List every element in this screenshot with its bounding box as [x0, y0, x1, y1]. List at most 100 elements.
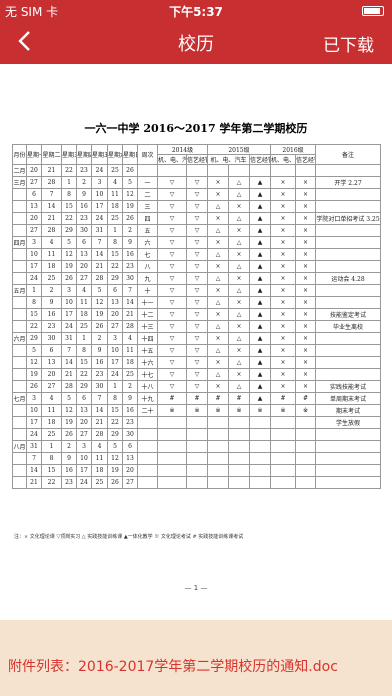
table-cell: 22 [76, 368, 92, 381]
table-cell: 10 [26, 248, 42, 261]
table-cell: × [270, 272, 297, 285]
table-cell: 27 [122, 476, 138, 489]
table-cell: 28 [91, 272, 108, 285]
table-cell: 7 [122, 284, 138, 297]
table-cell [12, 260, 27, 273]
table-row: 二月 20 21 22 23 24 25 26 [12, 164, 382, 177]
table-cell: 10 [26, 404, 42, 417]
table-cell: 24 [91, 164, 108, 177]
table-cell: ▽ [186, 212, 208, 225]
table-cell: △ [228, 356, 250, 369]
table-cell: ▽ [186, 224, 208, 237]
table-cell: 8 [107, 236, 123, 249]
table-cell: 6 [26, 188, 42, 201]
table-cell: 21 [91, 416, 108, 429]
table-cell: × [270, 236, 297, 249]
status-bar: 无 SIM 卡 下午5:37 [0, 0, 392, 20]
table-cell: 1 [76, 332, 92, 345]
attachment-link[interactable]: 附件列表：2016-2017学年第二学期校历的通知.doc [8, 656, 338, 676]
table-row: 19 20 21 22 23 24 25 十七 ▽ ▽ △ × ▲ × × [12, 368, 382, 381]
table-cell: 十七 [137, 368, 158, 381]
table-cell: ▲ [248, 356, 272, 369]
table-cell: 8 [61, 188, 77, 201]
table-cell: ▽ [157, 332, 187, 345]
table-cell: ▲ [248, 368, 272, 381]
table-cell: ※ [186, 404, 208, 417]
table-cell: 27 [76, 428, 92, 441]
table-cell: ▲ [248, 176, 272, 189]
table-cell: × [295, 212, 317, 225]
downloaded-button[interactable]: 已下载 [323, 31, 374, 56]
table-row: 三月 27 28 1 2 3 4 5 一 ▽ ▽ × △ ▲ × × 开学 2.27 [12, 176, 382, 189]
table-cell: × [207, 284, 229, 297]
table-cell: 21 [91, 260, 108, 273]
table-cell: 4 [107, 176, 123, 189]
table-cell: 三月 [12, 176, 27, 189]
table-cell: × [270, 332, 297, 345]
table-cell: 29 [76, 380, 92, 393]
table-cell: 10 [76, 452, 92, 465]
table-cell: 6 [107, 284, 123, 297]
table-cell: 26 [107, 476, 123, 489]
table-cell: × [270, 284, 297, 297]
table-cell: × [270, 320, 297, 333]
table-cell: 19 [61, 416, 77, 429]
table-cell: ▽ [157, 224, 187, 237]
table-cell: 13 [26, 200, 42, 213]
table-cell: ▽ [157, 272, 187, 285]
document-viewer[interactable]: 一六一中学 2016～2017 学年第二学期校历 月份 星期一 星期二 星期三 … [0, 64, 392, 620]
table-cell [157, 464, 187, 477]
table-cell: 25 [91, 476, 108, 489]
table-cell: ▽ [186, 236, 208, 249]
table-cell: 12 [61, 404, 77, 417]
table-cell: 3 [61, 284, 77, 297]
table-cell: ▽ [157, 212, 187, 225]
table-cell: 31 [91, 224, 108, 237]
table-cell: 6 [41, 344, 62, 357]
attachment-bar[interactable]: 附件列表：2016-2017学年第二学期校历的通知.doc [0, 620, 392, 696]
table-cell: 十一 [137, 296, 158, 309]
calendar-table: 月份 星期一 星期二 星期三 星期四 星期五 星期六 星期日 周次 2014级 … [12, 144, 382, 489]
table-cell: × [295, 332, 317, 345]
table-cell: ▽ [157, 236, 187, 249]
table-cell: ▽ [186, 344, 208, 357]
table-cell: 30 [122, 428, 138, 441]
table-cell [270, 416, 297, 429]
table-cell [248, 464, 272, 477]
table-row: 五月 1 2 3 4 5 6 7 十 ▽ ▽ × △ ▲ × × [12, 284, 382, 297]
nav-bar: 校历 已下载 [0, 20, 392, 64]
table-cell: 20 [26, 212, 42, 225]
table-cell: × [207, 332, 229, 345]
table-cell: △ [228, 332, 250, 345]
table-cell: 19 [107, 464, 123, 477]
table-cell: 二十 [137, 404, 158, 417]
table-cell: △ [228, 284, 250, 297]
table-cell: ▽ [186, 176, 208, 189]
table-cell: 15 [41, 464, 62, 477]
table-cell: 26 [122, 212, 138, 225]
table-cell: 2 [41, 284, 62, 297]
table-cell [295, 476, 317, 489]
table-cell: 4 [76, 284, 92, 297]
table-cell: ※ [295, 404, 317, 417]
table-cell: 16 [61, 464, 77, 477]
table-cell: 26 [91, 320, 108, 333]
table-cell: 24 [26, 428, 42, 441]
table-cell: × [270, 344, 297, 357]
table-cell: 29 [107, 428, 123, 441]
table-cell: 27 [26, 176, 42, 189]
table-cell [12, 452, 27, 465]
table-cell: 运动会 4.28 [315, 272, 382, 285]
table-cell: × [270, 368, 297, 381]
table-cell [207, 440, 229, 453]
table-cell: ▽ [157, 308, 187, 321]
header-cell: 星期四 [76, 144, 92, 165]
table-cell: × [207, 380, 229, 393]
table-cell: 十五 [137, 344, 158, 357]
table-cell [157, 476, 187, 489]
subheader-cell: 信艺经管 [186, 154, 208, 165]
table-cell [270, 164, 297, 177]
table-cell: 24 [107, 368, 123, 381]
table-cell: △ [207, 200, 229, 213]
table-cell [315, 464, 382, 477]
